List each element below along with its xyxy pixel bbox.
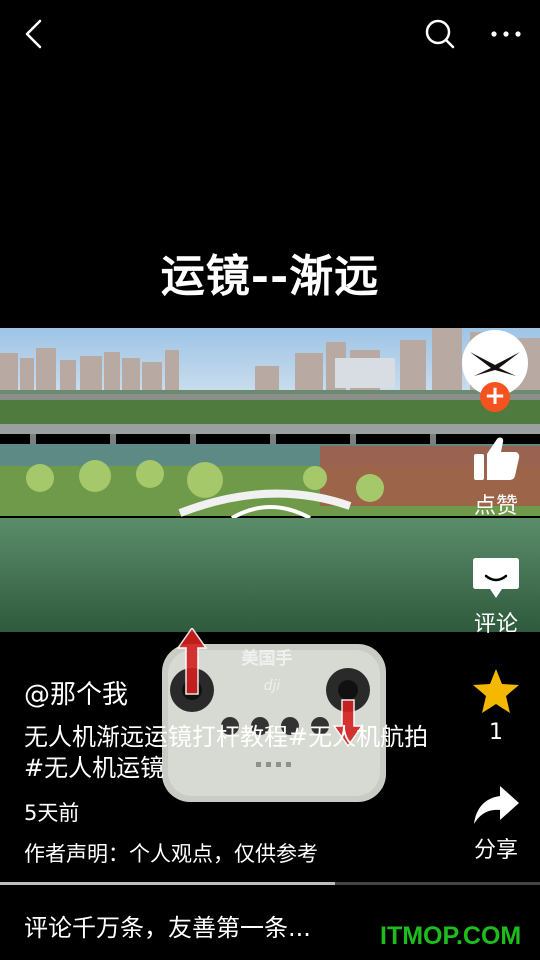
more-button[interactable] xyxy=(484,14,528,54)
video-description[interactable]: 无人机渐远运镜打杆教程#无人机航拍#无人机运镜 xyxy=(24,722,444,784)
chevron-left-icon xyxy=(25,19,42,49)
share-label: 分享 xyxy=(473,838,518,863)
video-frame[interactable] xyxy=(0,328,540,632)
comment-placeholder: 评论千万条，友善第一条... xyxy=(24,914,311,942)
star-icon xyxy=(473,669,519,713)
favorite-button[interactable]: 1 xyxy=(466,668,526,745)
comment-label: 评论 xyxy=(473,612,518,637)
search-button[interactable] xyxy=(420,14,460,54)
share-arrow-icon xyxy=(474,786,519,824)
controller-brand: dji xyxy=(264,678,281,694)
comment-button[interactable]: 评论 xyxy=(466,556,526,638)
post-time: 5天前 xyxy=(24,801,80,825)
like-label: 点赞 xyxy=(473,494,518,519)
video-progress-fill xyxy=(0,882,335,885)
like-button[interactable]: 点赞 xyxy=(466,436,526,520)
avatar-logo-icon xyxy=(470,352,520,376)
follow-plus-icon[interactable]: + xyxy=(480,382,510,412)
author-declaration: 作者声明：个人观点，仅供参考 xyxy=(24,842,318,866)
favorite-count: 1 xyxy=(489,720,503,745)
site-watermark: ITMOP.COM xyxy=(380,922,522,950)
more-dots-icon xyxy=(491,31,521,37)
controller-caption: 美国手 xyxy=(242,648,293,669)
search-icon xyxy=(425,19,455,49)
video-progress-bar[interactable] xyxy=(0,882,540,885)
author-avatar-button[interactable]: + xyxy=(462,330,532,412)
comment-bubble-icon xyxy=(473,558,519,598)
author-name-link[interactable]: @那个我 xyxy=(24,674,128,711)
thumbs-up-icon xyxy=(474,437,520,480)
back-button[interactable] xyxy=(14,16,54,52)
share-button[interactable]: 分享 xyxy=(466,784,526,864)
video-scene-image xyxy=(0,328,540,632)
video-overlay-title: 运镜--渐远 xyxy=(160,251,380,302)
